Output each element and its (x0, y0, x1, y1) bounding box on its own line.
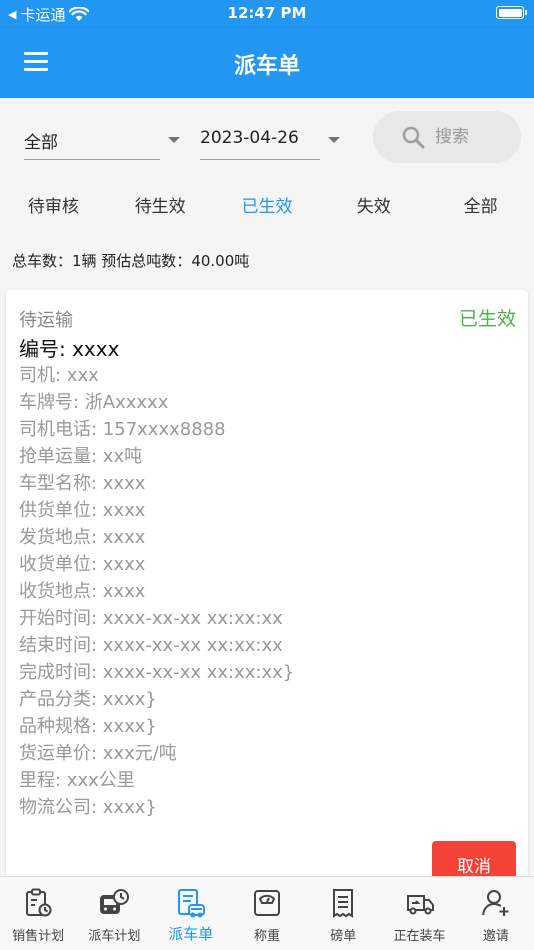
field-ship-from: 发货地点: xxxx (19, 527, 146, 548)
bottom-nav: 销售计划 派车计划 派车单 称重 磅单 正在装车 邀请 (0, 876, 534, 950)
nav-label: 派车计划 (88, 929, 141, 944)
order-code: 编号: xxxx (19, 337, 120, 361)
field-plate: 车牌号: 浙Axxxxx (19, 392, 169, 413)
battery-icon (496, 6, 527, 19)
nav-label: 磅单 (330, 929, 357, 944)
loading-truck-icon (406, 895, 434, 915)
status-tabs: 待审核 待生效 已生效 失效 全部 (0, 178, 534, 236)
sales-plan-icon (26, 888, 52, 917)
field-logistics-company: 物流公司: xxxx} (19, 797, 157, 818)
search-input[interactable] (435, 123, 515, 151)
nav-sales-plan[interactable]: 销售计划 (0, 877, 76, 950)
field-supplier: 供货单位: xxxx (19, 500, 146, 521)
page-title: 派车单 (233, 54, 300, 79)
tab-pending-effective[interactable]: 待生效 (107, 178, 214, 236)
scale-icon (253, 890, 280, 916)
nav-weigh-receipt[interactable]: 磅单 (305, 877, 381, 950)
order-card[interactable]: 待运输 已生效 编号: xxxx 司机: xxx 车牌号: 浙Axxxxx 司机… (6, 290, 528, 890)
nav-loading[interactable]: 正在装车 (381, 877, 457, 950)
order-fields: 司机: xxx 车牌号: 浙Axxxxx 司机电话: 157xxxx8888 抢… (19, 362, 294, 821)
search-box[interactable] (373, 111, 521, 163)
nav-dispatch-plan[interactable]: 派车计划 (76, 877, 152, 950)
caret-down-icon (168, 137, 180, 143)
category-value: 全部 (24, 133, 58, 153)
field-finish-time: 完成时间: xxxx-xx-xx xx:xx:xx} (19, 662, 295, 683)
tab-pending-review[interactable]: 待审核 (0, 178, 107, 236)
field-vehicle-type: 车型名称: xxxx (19, 473, 146, 494)
nav-label: 销售计划 (12, 929, 65, 944)
field-start-time: 开始时间: xxxx-xx-xx xx:xx:xx (19, 608, 283, 629)
nav-dispatch-order[interactable]: 派车单 (153, 877, 229, 950)
field-freight-price: 货运单价: xxx元/吨 (19, 743, 177, 764)
field-grab-volume: 抢单运量: xx吨 (19, 446, 143, 467)
field-ship-to: 收货地点: xxxx (19, 581, 146, 602)
status-badge: 已生效 (458, 308, 516, 330)
date-value: 2023-04-26 (200, 128, 299, 148)
dispatch-plan-icon (100, 889, 130, 914)
nav-label: 邀请 (482, 929, 509, 944)
invite-user-icon (481, 890, 509, 916)
nav-invite[interactable]: 邀请 (458, 877, 534, 950)
filter-bar: 全部 2023-04-26 (0, 98, 534, 178)
transport-status: 待运输 (19, 310, 73, 331)
status-time: 12:47 PM (227, 4, 307, 22)
tab-effective[interactable]: 已生效 (214, 178, 321, 236)
field-end-time: 结束时间: xxxx-xx-xx xx:xx:xx (19, 635, 283, 656)
tab-all[interactable]: 全部 (427, 178, 534, 236)
field-driver: 司机: xxx (19, 365, 99, 386)
field-mileage: 里程: xxx公里 (19, 770, 135, 791)
nav-label: 称重 (253, 929, 280, 944)
field-variety-spec: 品种规格: xxxx} (19, 716, 157, 737)
field-product-category: 产品分类: xxxx} (19, 689, 157, 710)
receipt-icon (333, 889, 354, 918)
dispatch-order-icon (177, 889, 205, 918)
date-dropdown[interactable]: 2023-04-26 (200, 118, 340, 160)
tab-invalid[interactable]: 失效 (320, 178, 427, 236)
field-driver-phone: 司机电话: 157xxxx8888 (19, 419, 226, 440)
app-bar: 派车单 (0, 28, 534, 98)
nav-label: 派车单 (168, 925, 214, 943)
summary-text: 总车数：1辆 预估总吨数：40.00吨 (12, 252, 250, 270)
category-dropdown[interactable]: 全部 (24, 118, 180, 160)
status-bar: ◀ 卡运通 12:47 PM (0, 0, 534, 28)
nav-weighing[interactable]: 称重 (229, 877, 305, 950)
field-receiver: 收货单位: xxxx (19, 554, 146, 575)
nav-label: 正在装车 (393, 929, 446, 944)
caret-down-icon (328, 137, 340, 143)
search-icon (402, 126, 425, 149)
